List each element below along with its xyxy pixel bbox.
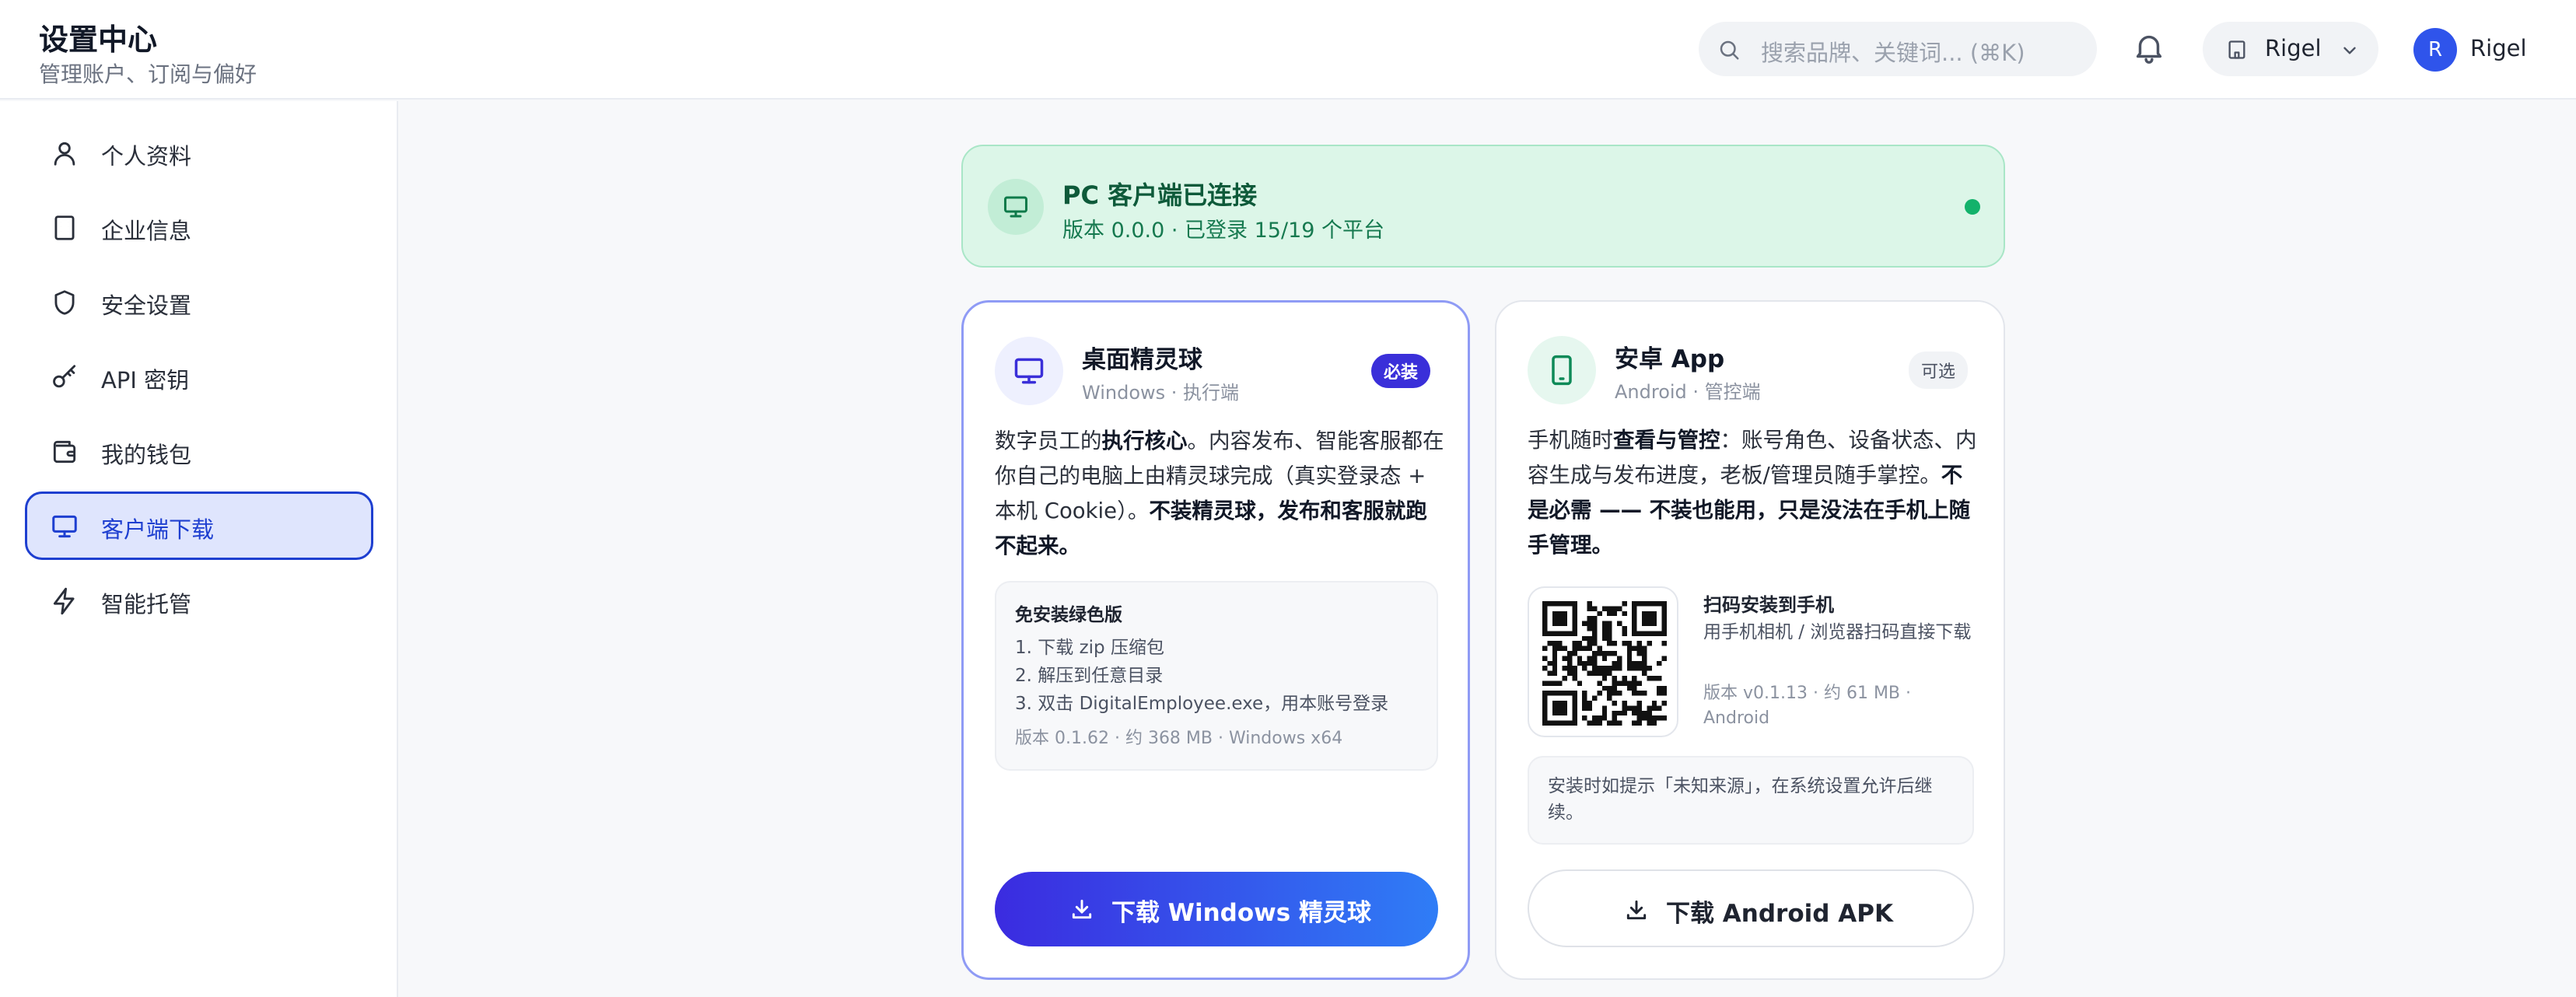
step-item: 1. 下载 zip 压缩包 (1015, 638, 1164, 658)
user-name[interactable]: Rigel (2470, 35, 2527, 61)
sidebar-item-profile[interactable]: 个人资料 (25, 118, 373, 187)
steps-title: 免安装绿色版 (1015, 605, 1122, 625)
sidebar-item-api-keys[interactable]: API 密钥 (25, 342, 373, 411)
page-title: 设置中心 (39, 23, 158, 57)
lightning-icon (50, 586, 79, 616)
download-icon (1069, 897, 1094, 922)
sidebar-item-label: 我的钱包 (101, 442, 192, 468)
building-icon (2226, 39, 2248, 61)
step-item: 3. 双击 DigitalEmployee.exe，用本账号登录 (1015, 694, 1389, 714)
connection-status-banner: PC 客户端已连接 版本 0.0.0 · 已登录 15/19 个平台 (961, 145, 2005, 268)
qr-code (1528, 586, 1678, 737)
status-dot (1965, 199, 1980, 215)
banner-title: PC 客户端已连接 (1062, 180, 1258, 210)
smartphone-icon (1528, 336, 1596, 404)
sidebar-item-auto-hosting[interactable]: 智能托管 (25, 566, 373, 635)
windows-client-card: 桌面精灵球 Windows · 执行端 必装 数字员工的执行核心。内容发布、智能… (961, 300, 1470, 980)
required-badge: 必装 (1371, 354, 1431, 388)
key-icon (50, 362, 79, 392)
card-subtitle: Android · 管控端 (1615, 381, 1761, 403)
bell-icon[interactable] (2131, 30, 2167, 65)
sidebar-item-label: 智能托管 (101, 591, 192, 617)
sidebar-item-label: 个人资料 (101, 143, 192, 170)
sidebar-item-label: API 密钥 (101, 367, 190, 394)
sidebar-item-wallet[interactable]: 我的钱包 (25, 417, 373, 485)
sidebar-item-client-download[interactable]: 客户端下载 (25, 492, 373, 560)
desc-highlight: 查看与管控 (1613, 428, 1720, 453)
card-title: 桌面精灵球 (1082, 346, 1202, 374)
desc-text: 手机随时 (1528, 428, 1613, 453)
card-subtitle: Windows · 执行端 (1082, 382, 1240, 404)
sidebar-item-label: 安全设置 (101, 292, 192, 319)
qr-description: 用手机相机 / 浏览器扫码直接下载 (1703, 622, 1972, 642)
avatar[interactable]: R (2413, 28, 2457, 72)
download-button-label: 下载 Windows 精灵球 (1111, 899, 1372, 927)
download-icon (1624, 897, 1649, 922)
monitor-icon (50, 512, 79, 541)
install-steps-box: 免安装绿色版 1. 下载 zip 压缩包 2. 解压到任意目录 3. 双击 Di… (995, 581, 1438, 771)
chevron-down-icon (2340, 40, 2360, 61)
search-input[interactable]: 搜索品牌、关键词... (⌘K) (1699, 22, 2097, 76)
android-app-card: 安卓 App Android · 管控端 可选 手机随时查看与管控：账号角色、设… (1495, 300, 2005, 980)
version-meta: 版本 0.1.62 · 约 368 MB · Windows x64 (1015, 729, 1343, 748)
monitor-icon (988, 179, 1044, 235)
banner-subtitle: 版本 0.0.0 · 已登录 15/19 个平台 (1062, 219, 1385, 243)
monitor-icon (995, 337, 1063, 405)
download-android-button[interactable]: 下载 Android APK (1528, 869, 1974, 947)
sidebar: 个人资料 企业信息 安全设置 API 密钥 我的钱包 客户端下载 智能托管 (0, 101, 398, 997)
organization-name: Rigel (2265, 35, 2322, 61)
search-icon (1717, 38, 1741, 61)
qr-modules (1542, 601, 1667, 726)
shield-icon (50, 288, 79, 317)
page-subtitle: 管理账户、订阅与偏好 (39, 61, 257, 87)
qr-title: 扫码安装到手机 (1703, 594, 1834, 616)
sidebar-item-company[interactable]: 企业信息 (25, 193, 373, 261)
download-windows-button[interactable]: 下载 Windows 精灵球 (995, 872, 1438, 946)
top-header: 设置中心 管理账户、订阅与偏好 搜索品牌、关键词... (⌘K) Rigel R… (0, 0, 2576, 100)
user-icon (50, 138, 79, 168)
desc-text: 数字员工的 (995, 429, 1102, 453)
notice-text: 安装时如提示「未知来源」，在系统设置允许后继续。 (1548, 776, 1933, 823)
version-meta: 版本 v0.1.13 · 约 61 MB · Android (1703, 684, 1912, 728)
card-description: 数字员工的执行核心。内容发布、智能客服都在你自己的电脑上由精灵球完成（真实登录态… (995, 424, 1446, 564)
qr-code-image (1542, 601, 1667, 726)
search-placeholder: 搜索品牌、关键词... (⌘K) (1761, 40, 2025, 66)
wallet-icon (50, 437, 79, 467)
card-title: 安卓 App (1615, 345, 1725, 373)
desc-highlight: 执行核心 (1101, 429, 1188, 453)
sidebar-item-security[interactable]: 安全设置 (25, 268, 373, 336)
install-notice: 安装时如提示「未知来源」，在系统设置允许后继续。 (1528, 756, 1974, 845)
optional-badge: 可选 (1909, 352, 1969, 389)
sidebar-item-label: 企业信息 (101, 218, 192, 244)
download-button-label: 下载 Android APK (1666, 900, 1893, 928)
sidebar-item-label: 客户端下载 (101, 516, 215, 543)
organization-switcher[interactable]: Rigel (2203, 22, 2378, 76)
building-icon (50, 213, 79, 243)
step-item: 2. 解压到任意目录 (1015, 666, 1164, 686)
card-description: 手机随时查看与管控：账号角色、设备状态、内容生成与发布进度，老板/管理员随手掌控… (1528, 423, 1979, 563)
